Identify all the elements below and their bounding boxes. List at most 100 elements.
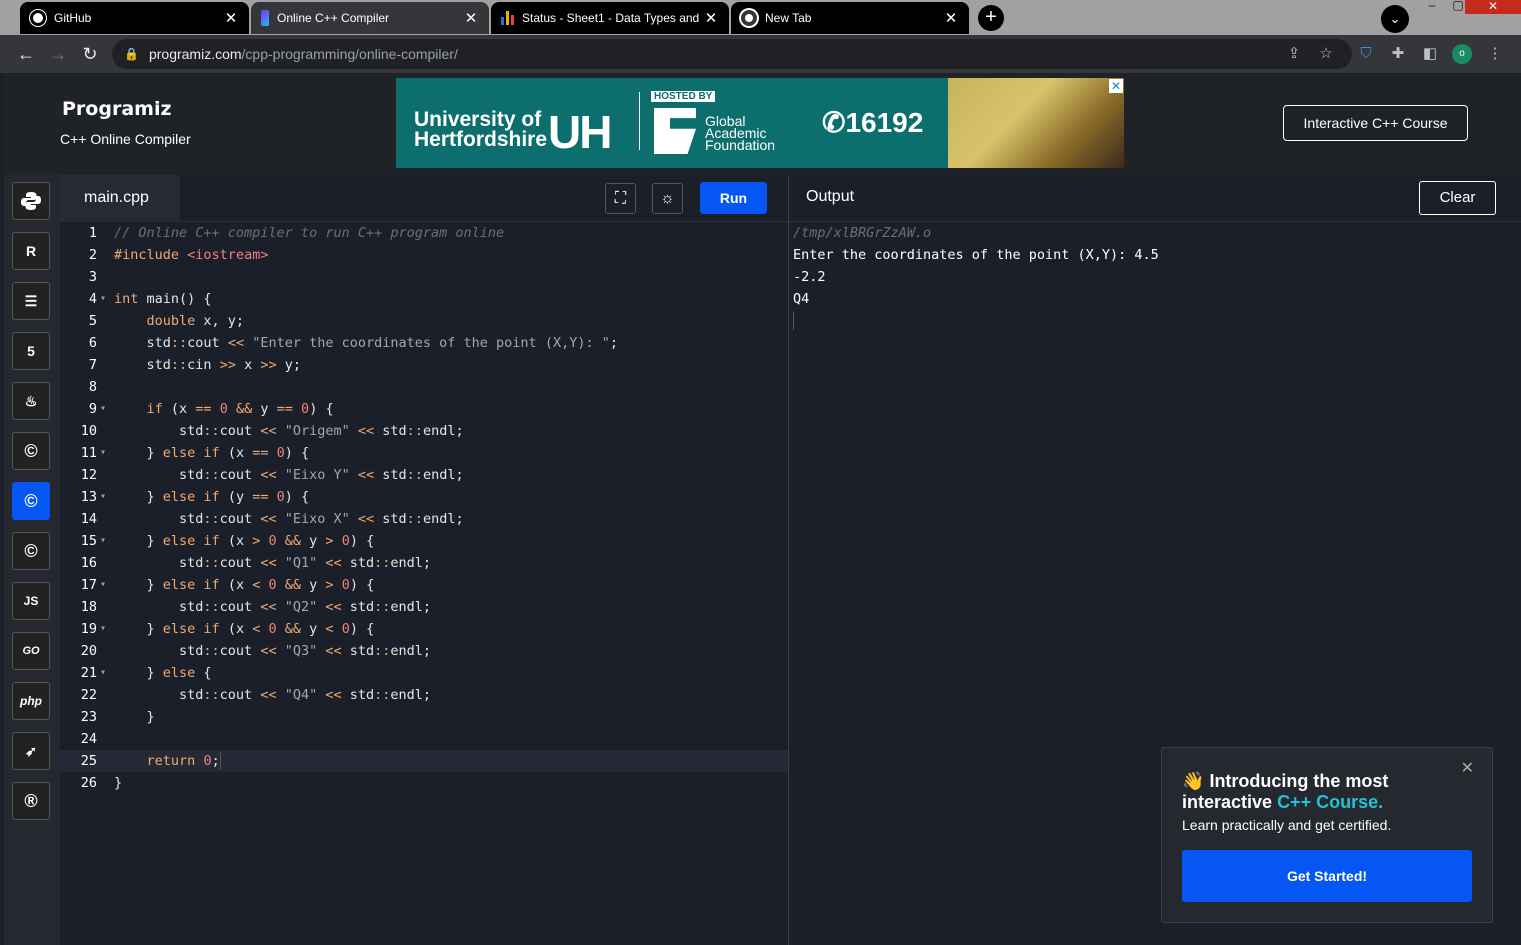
fold-arrow-icon[interactable]: ▾ bbox=[100, 618, 106, 640]
tab-github[interactable]: GitHub ✕ bbox=[20, 2, 249, 34]
fold-arrow-icon[interactable]: ▾ bbox=[100, 398, 106, 420]
fold-arrow-icon[interactable]: ▾ bbox=[100, 288, 106, 310]
cpp-lang-icon[interactable]: © bbox=[12, 482, 50, 520]
menu-dots-icon[interactable]: ⋮ bbox=[1485, 44, 1505, 64]
html5-icon[interactable]: 5 bbox=[12, 332, 50, 370]
github-icon bbox=[30, 10, 46, 26]
code-line: 4 ▾ int main() { bbox=[60, 288, 788, 310]
output-line: Enter the coordinates of the point (X,Y)… bbox=[793, 247, 1159, 263]
fold-arrow-icon[interactable]: ▾ bbox=[100, 486, 106, 508]
tab-title: Online C++ Compiler bbox=[277, 11, 390, 25]
tab-title: New Tab bbox=[765, 11, 812, 25]
rust-icon[interactable]: ® bbox=[12, 782, 50, 820]
ad-divider bbox=[639, 92, 640, 150]
line-number: 2 bbox=[88, 247, 97, 263]
code-line: 16 std::cout << "Q1" << std::endl; bbox=[60, 552, 788, 574]
line-number: 19 bbox=[80, 621, 97, 637]
javascript-icon[interactable]: JS bbox=[12, 582, 50, 620]
advertisement-banner[interactable]: University of Hertfordshire UH HOSTED BY… bbox=[396, 78, 1124, 168]
ad-close-icon[interactable]: ✕ bbox=[1109, 79, 1123, 93]
tab-new-tab[interactable]: New Tab ✕ bbox=[731, 2, 969, 34]
get-started-button[interactable]: Get Started! bbox=[1182, 850, 1472, 902]
c-lang-icon[interactable]: © bbox=[12, 432, 50, 470]
ad-university-text: University of Hertfordshire bbox=[414, 109, 547, 150]
interactive-course-button[interactable]: Interactive C++ Course bbox=[1283, 105, 1468, 141]
shield-extension-icon[interactable]: ⛉ bbox=[1356, 44, 1376, 64]
code-line: 23 } bbox=[60, 706, 788, 728]
close-icon[interactable]: ✕ bbox=[1461, 758, 1474, 778]
new-tab-plus-icon[interactable]: + bbox=[978, 5, 1004, 31]
fold-arrow-icon[interactable]: ▾ bbox=[100, 574, 106, 596]
back-arrow-icon[interactable]: ← bbox=[13, 41, 39, 67]
run-button[interactable]: Run bbox=[700, 182, 767, 214]
python-icon[interactable] bbox=[12, 182, 50, 220]
line-number: 26 bbox=[80, 775, 97, 791]
maximize-icon[interactable]: ▢ bbox=[1450, 0, 1466, 12]
code-line: 8 bbox=[60, 376, 788, 398]
close-icon[interactable]: ✕ bbox=[223, 9, 239, 27]
url-path: /cpp-programming/online-compiler/ bbox=[241, 46, 458, 62]
php-icon[interactable]: php bbox=[12, 682, 50, 720]
code-line: 20 std::cout << "Q3" << std::endl; bbox=[60, 640, 788, 662]
fullscreen-icon[interactable]: ⛶ bbox=[605, 183, 636, 214]
fold-arrow-icon[interactable]: ▾ bbox=[100, 442, 106, 464]
tab-online-cpp-compiler[interactable]: Online C++ Compiler ✕ bbox=[251, 2, 489, 34]
close-icon[interactable]: ✕ bbox=[463, 9, 479, 27]
line-number: 9 bbox=[88, 401, 97, 417]
reload-icon[interactable]: ↻ bbox=[77, 41, 103, 67]
browser-tabstrip: GitHub ✕ Online C++ Compiler ✕ Status - … bbox=[0, 0, 1521, 35]
forward-arrow-icon[interactable]: → bbox=[45, 41, 71, 67]
line-number: 7 bbox=[88, 357, 97, 373]
output-header: Output Clear bbox=[789, 175, 1521, 222]
close-icon[interactable]: ✕ bbox=[943, 9, 959, 27]
address-bar[interactable]: 🔒 programiz.com/cpp-programming/online-c… bbox=[112, 39, 1352, 69]
url-host: programiz.com bbox=[148, 46, 242, 62]
close-icon[interactable]: ✕ bbox=[703, 9, 719, 27]
ad-gaf-logo-icon bbox=[654, 108, 696, 154]
programiz-icon bbox=[261, 10, 269, 26]
line-number: 22 bbox=[80, 687, 97, 703]
chart-icon bbox=[501, 11, 514, 25]
line-number: 4 bbox=[88, 291, 97, 307]
tab-search-chevron-icon[interactable]: ⌄ bbox=[1381, 5, 1409, 33]
profile-avatar[interactable]: o bbox=[1452, 44, 1472, 64]
output-cursor-line bbox=[793, 310, 1159, 332]
ad-foundation-text: Global Academic Foundation bbox=[705, 114, 776, 153]
csharp-lang-icon[interactable]: © bbox=[12, 532, 50, 570]
swift-icon[interactable]: ➶ bbox=[12, 732, 50, 770]
output-console[interactable]: /tmp/xlBRGrZzAW.o Enter the coordinates … bbox=[793, 222, 1159, 332]
code-area[interactable]: 1// Online C++ compiler to run C++ progr… bbox=[60, 222, 788, 794]
sql-database-icon[interactable]: ☰ bbox=[12, 282, 50, 320]
r-lang-icon[interactable]: R bbox=[12, 232, 50, 270]
browser-toolbar: ← → ↻ 🔒 programiz.com/cpp-programming/on… bbox=[0, 35, 1521, 73]
programiz-logo[interactable]: Programiz bbox=[62, 98, 172, 120]
share-icon[interactable]: ⇪ bbox=[1284, 44, 1304, 64]
phone-icon: ✆ bbox=[822, 107, 846, 138]
line-number: 14 bbox=[80, 511, 97, 527]
theme-toggle-sun-icon[interactable]: ☼ bbox=[652, 183, 683, 214]
line-number: 25 bbox=[80, 753, 97, 769]
extensions-puzzle-icon[interactable]: ✚ bbox=[1388, 44, 1408, 64]
fold-arrow-icon[interactable]: ▾ bbox=[100, 662, 106, 684]
fold-arrow-icon[interactable]: ▾ bbox=[100, 530, 106, 552]
site-header: Programiz C++ Online Compiler University… bbox=[4, 73, 1521, 175]
line-number: 23 bbox=[80, 709, 97, 725]
code-line: 22 std::cout << "Q4" << std::endl; bbox=[60, 684, 788, 706]
ad-global-line3: Foundation bbox=[705, 137, 776, 153]
tab-status-sheet[interactable]: Status - Sheet1 - Data Types and ✕ bbox=[491, 2, 729, 34]
console-cursor bbox=[793, 312, 794, 330]
ad-hosted-by: HOSTED BY bbox=[651, 91, 716, 102]
line-number: 1 bbox=[88, 225, 97, 241]
tab-main-cpp[interactable]: main.cpp bbox=[60, 175, 180, 222]
minimize-icon[interactable]: – bbox=[1424, 0, 1440, 12]
side-panel-icon[interactable]: ◧ bbox=[1420, 44, 1440, 64]
code-line: 1// Online C++ compiler to run C++ progr… bbox=[60, 222, 788, 244]
go-lang-icon[interactable]: GO bbox=[12, 632, 50, 670]
window-close-icon[interactable]: ✕ bbox=[1465, 0, 1521, 14]
clear-button[interactable]: Clear bbox=[1419, 181, 1496, 215]
java-icon[interactable]: ♨ bbox=[12, 382, 50, 420]
bookmark-star-icon[interactable]: ☆ bbox=[1316, 44, 1336, 64]
code-line: 24 bbox=[60, 728, 788, 750]
tab-title: Status - Sheet1 - Data Types and bbox=[522, 11, 700, 25]
code-line: 15 ▾ } else if (x > 0 && y > 0) { bbox=[60, 530, 788, 552]
